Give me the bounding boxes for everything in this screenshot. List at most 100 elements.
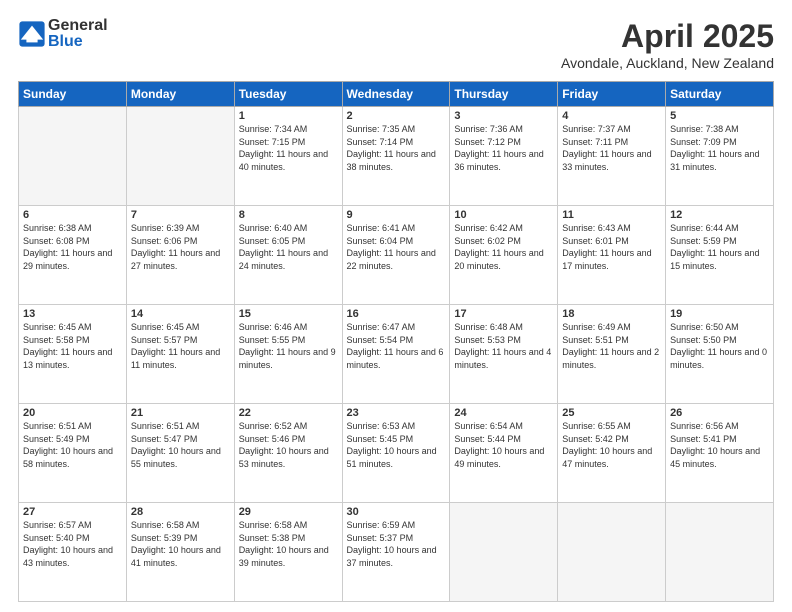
calendar-cell: 19Sunrise: 6:50 AM Sunset: 5:50 PM Dayli… bbox=[666, 305, 774, 404]
day-info: Sunrise: 6:58 AM Sunset: 5:39 PM Dayligh… bbox=[131, 519, 230, 569]
logo: General Blue bbox=[18, 18, 108, 50]
calendar-cell: 11Sunrise: 6:43 AM Sunset: 6:01 PM Dayli… bbox=[558, 206, 666, 305]
day-info: Sunrise: 6:44 AM Sunset: 5:59 PM Dayligh… bbox=[670, 222, 769, 272]
calendar-cell: 21Sunrise: 6:51 AM Sunset: 5:47 PM Dayli… bbox=[126, 404, 234, 503]
day-info: Sunrise: 6:39 AM Sunset: 6:06 PM Dayligh… bbox=[131, 222, 230, 272]
day-number: 2 bbox=[347, 110, 446, 122]
day-info: Sunrise: 6:41 AM Sunset: 6:04 PM Dayligh… bbox=[347, 222, 446, 272]
day-info: Sunrise: 6:56 AM Sunset: 5:41 PM Dayligh… bbox=[670, 420, 769, 470]
calendar-cell: 25Sunrise: 6:55 AM Sunset: 5:42 PM Dayli… bbox=[558, 404, 666, 503]
calendar-cell: 12Sunrise: 6:44 AM Sunset: 5:59 PM Dayli… bbox=[666, 206, 774, 305]
day-number: 15 bbox=[239, 308, 338, 320]
day-info: Sunrise: 6:47 AM Sunset: 5:54 PM Dayligh… bbox=[347, 321, 446, 371]
day-info: Sunrise: 7:35 AM Sunset: 7:14 PM Dayligh… bbox=[347, 123, 446, 173]
calendar-cell: 15Sunrise: 6:46 AM Sunset: 5:55 PM Dayli… bbox=[234, 305, 342, 404]
day-number: 3 bbox=[454, 110, 553, 122]
day-number: 24 bbox=[454, 407, 553, 419]
col-friday: Friday bbox=[558, 82, 666, 107]
calendar-cell: 23Sunrise: 6:53 AM Sunset: 5:45 PM Dayli… bbox=[342, 404, 450, 503]
calendar-cell: 18Sunrise: 6:49 AM Sunset: 5:51 PM Dayli… bbox=[558, 305, 666, 404]
calendar-table: Sunday Monday Tuesday Wednesday Thursday… bbox=[18, 81, 774, 602]
day-number: 29 bbox=[239, 506, 338, 518]
logo-general-text: General bbox=[48, 18, 108, 34]
calendar-week-2: 13Sunrise: 6:45 AM Sunset: 5:58 PM Dayli… bbox=[19, 305, 774, 404]
day-info: Sunrise: 6:54 AM Sunset: 5:44 PM Dayligh… bbox=[454, 420, 553, 470]
calendar-cell: 20Sunrise: 6:51 AM Sunset: 5:49 PM Dayli… bbox=[19, 404, 127, 503]
calendar-header-row: Sunday Monday Tuesday Wednesday Thursday… bbox=[19, 82, 774, 107]
calendar-cell: 2Sunrise: 7:35 AM Sunset: 7:14 PM Daylig… bbox=[342, 107, 450, 206]
day-info: Sunrise: 6:51 AM Sunset: 5:49 PM Dayligh… bbox=[23, 420, 122, 470]
logo-icon bbox=[18, 20, 46, 48]
calendar-title: April 2025 bbox=[561, 18, 774, 55]
calendar-cell: 13Sunrise: 6:45 AM Sunset: 5:58 PM Dayli… bbox=[19, 305, 127, 404]
day-info: Sunrise: 6:55 AM Sunset: 5:42 PM Dayligh… bbox=[562, 420, 661, 470]
calendar-cell bbox=[558, 503, 666, 602]
header: General Blue April 2025 Avondale, Auckla… bbox=[18, 18, 774, 71]
day-number: 30 bbox=[347, 506, 446, 518]
calendar-week-1: 6Sunrise: 6:38 AM Sunset: 6:08 PM Daylig… bbox=[19, 206, 774, 305]
day-number: 25 bbox=[562, 407, 661, 419]
title-block: April 2025 Avondale, Auckland, New Zeala… bbox=[561, 18, 774, 71]
col-monday: Monday bbox=[126, 82, 234, 107]
day-info: Sunrise: 6:49 AM Sunset: 5:51 PM Dayligh… bbox=[562, 321, 661, 371]
day-number: 23 bbox=[347, 407, 446, 419]
day-number: 1 bbox=[239, 110, 338, 122]
day-info: Sunrise: 6:57 AM Sunset: 5:40 PM Dayligh… bbox=[23, 519, 122, 569]
day-number: 12 bbox=[670, 209, 769, 221]
day-number: 18 bbox=[562, 308, 661, 320]
day-number: 6 bbox=[23, 209, 122, 221]
calendar-cell: 22Sunrise: 6:52 AM Sunset: 5:46 PM Dayli… bbox=[234, 404, 342, 503]
day-info: Sunrise: 7:37 AM Sunset: 7:11 PM Dayligh… bbox=[562, 123, 661, 173]
calendar-cell: 24Sunrise: 6:54 AM Sunset: 5:44 PM Dayli… bbox=[450, 404, 558, 503]
day-info: Sunrise: 7:36 AM Sunset: 7:12 PM Dayligh… bbox=[454, 123, 553, 173]
day-info: Sunrise: 6:50 AM Sunset: 5:50 PM Dayligh… bbox=[670, 321, 769, 371]
calendar-week-0: 1Sunrise: 7:34 AM Sunset: 7:15 PM Daylig… bbox=[19, 107, 774, 206]
col-thursday: Thursday bbox=[450, 82, 558, 107]
calendar-cell: 8Sunrise: 6:40 AM Sunset: 6:05 PM Daylig… bbox=[234, 206, 342, 305]
calendar-cell: 29Sunrise: 6:58 AM Sunset: 5:38 PM Dayli… bbox=[234, 503, 342, 602]
day-number: 14 bbox=[131, 308, 230, 320]
calendar-cell: 4Sunrise: 7:37 AM Sunset: 7:11 PM Daylig… bbox=[558, 107, 666, 206]
calendar-cell bbox=[450, 503, 558, 602]
day-number: 8 bbox=[239, 209, 338, 221]
calendar-cell: 7Sunrise: 6:39 AM Sunset: 6:06 PM Daylig… bbox=[126, 206, 234, 305]
day-number: 17 bbox=[454, 308, 553, 320]
col-saturday: Saturday bbox=[666, 82, 774, 107]
calendar-cell: 14Sunrise: 6:45 AM Sunset: 5:57 PM Dayli… bbox=[126, 305, 234, 404]
calendar-cell bbox=[126, 107, 234, 206]
calendar-cell: 26Sunrise: 6:56 AM Sunset: 5:41 PM Dayli… bbox=[666, 404, 774, 503]
day-info: Sunrise: 6:46 AM Sunset: 5:55 PM Dayligh… bbox=[239, 321, 338, 371]
day-number: 20 bbox=[23, 407, 122, 419]
calendar-cell: 5Sunrise: 7:38 AM Sunset: 7:09 PM Daylig… bbox=[666, 107, 774, 206]
day-number: 19 bbox=[670, 308, 769, 320]
page: General Blue April 2025 Avondale, Auckla… bbox=[0, 0, 792, 612]
day-info: Sunrise: 6:48 AM Sunset: 5:53 PM Dayligh… bbox=[454, 321, 553, 371]
day-info: Sunrise: 7:34 AM Sunset: 7:15 PM Dayligh… bbox=[239, 123, 338, 173]
calendar-cell: 3Sunrise: 7:36 AM Sunset: 7:12 PM Daylig… bbox=[450, 107, 558, 206]
calendar-location: Avondale, Auckland, New Zealand bbox=[561, 55, 774, 71]
calendar-cell: 28Sunrise: 6:58 AM Sunset: 5:39 PM Dayli… bbox=[126, 503, 234, 602]
logo-text: General Blue bbox=[48, 18, 108, 50]
day-number: 28 bbox=[131, 506, 230, 518]
day-number: 16 bbox=[347, 308, 446, 320]
day-number: 10 bbox=[454, 209, 553, 221]
day-number: 7 bbox=[131, 209, 230, 221]
calendar-cell bbox=[666, 503, 774, 602]
day-info: Sunrise: 6:52 AM Sunset: 5:46 PM Dayligh… bbox=[239, 420, 338, 470]
calendar-cell: 16Sunrise: 6:47 AM Sunset: 5:54 PM Dayli… bbox=[342, 305, 450, 404]
calendar-cell: 9Sunrise: 6:41 AM Sunset: 6:04 PM Daylig… bbox=[342, 206, 450, 305]
day-number: 4 bbox=[562, 110, 661, 122]
calendar-cell: 6Sunrise: 6:38 AM Sunset: 6:08 PM Daylig… bbox=[19, 206, 127, 305]
day-number: 21 bbox=[131, 407, 230, 419]
day-number: 26 bbox=[670, 407, 769, 419]
day-info: Sunrise: 6:59 AM Sunset: 5:37 PM Dayligh… bbox=[347, 519, 446, 569]
calendar-cell: 27Sunrise: 6:57 AM Sunset: 5:40 PM Dayli… bbox=[19, 503, 127, 602]
calendar-body: 1Sunrise: 7:34 AM Sunset: 7:15 PM Daylig… bbox=[19, 107, 774, 602]
day-info: Sunrise: 6:43 AM Sunset: 6:01 PM Dayligh… bbox=[562, 222, 661, 272]
calendar-cell: 10Sunrise: 6:42 AM Sunset: 6:02 PM Dayli… bbox=[450, 206, 558, 305]
day-info: Sunrise: 6:40 AM Sunset: 6:05 PM Dayligh… bbox=[239, 222, 338, 272]
col-wednesday: Wednesday bbox=[342, 82, 450, 107]
day-number: 13 bbox=[23, 308, 122, 320]
day-info: Sunrise: 7:38 AM Sunset: 7:09 PM Dayligh… bbox=[670, 123, 769, 173]
calendar-cell bbox=[19, 107, 127, 206]
